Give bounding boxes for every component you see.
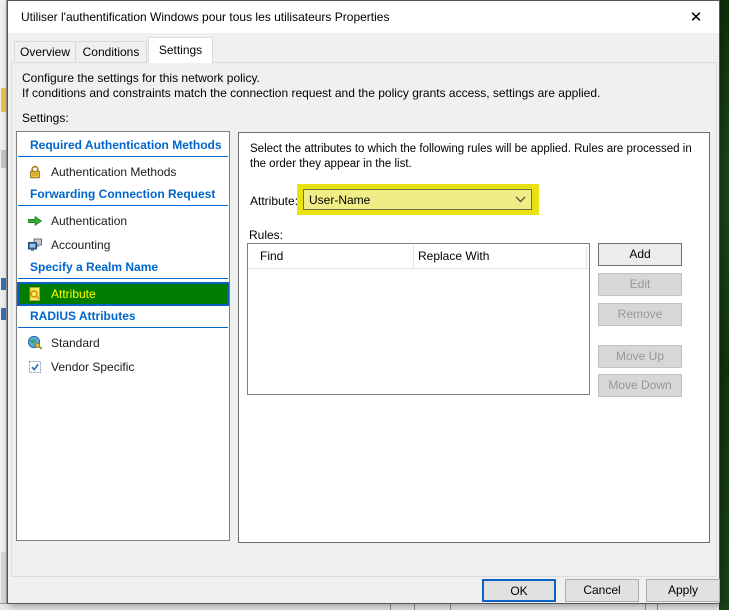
background-gridline [390, 604, 391, 610]
background-left-sliver [0, 0, 7, 610]
description-line-1: Configure the settings for this network … [22, 71, 600, 86]
rules-list[interactable]: Find Replace With [247, 243, 590, 395]
close-icon[interactable]: ✕ [679, 3, 713, 31]
apply-button[interactable]: Apply [646, 579, 720, 602]
tab-settings[interactable]: Settings [148, 37, 213, 63]
edit-button: Edit [598, 273, 682, 296]
background-icon-fragment [1, 308, 6, 320]
tree-item-label: Accounting [43, 238, 110, 252]
checkbox-icon [27, 359, 43, 375]
tree-item-label: Attribute [43, 287, 96, 301]
tree-item-label: Authentication [43, 214, 127, 228]
chevron-down-icon [509, 196, 531, 203]
panel-instruction: Select the attributes to which the follo… [250, 142, 702, 172]
tab-conditions[interactable]: Conditions [75, 41, 147, 63]
tree-item-attribute-selected[interactable]: Attribute [17, 282, 229, 306]
ok-button[interactable]: OK [482, 579, 556, 602]
background-icon-fragment [1, 150, 6, 168]
tree-group-underline [18, 156, 228, 157]
description-line-2: If conditions and constraints match the … [22, 86, 600, 101]
tab-description: Configure the settings for this network … [22, 71, 600, 101]
attribute-settings-panel: Select the attributes to which the follo… [238, 132, 710, 543]
lock-icon [27, 164, 43, 180]
attribute-dropdown[interactable]: User-Name [303, 189, 532, 210]
add-button[interactable]: Add [598, 243, 682, 266]
attribute-dropdown-value: User-Name [304, 193, 509, 207]
rules-label: Rules: [249, 228, 283, 242]
attribute-label: Attribute: [250, 194, 298, 208]
background-icon-fragment [1, 88, 6, 112]
tree-item-vendor-specific[interactable]: Vendor Specific [17, 355, 229, 379]
tree-group-underline [18, 327, 228, 328]
tree-item-authentication-methods[interactable]: Authentication Methods [17, 160, 229, 184]
yellow-highlight-annotation: User-Name [297, 184, 539, 215]
settings-tree: Required Authentication Methods Authenti… [16, 131, 230, 541]
tree-group-required-authentication: Required Authentication Methods [17, 135, 229, 154]
column-separator[interactable] [413, 246, 414, 267]
rules-list-header: Find Replace With [248, 244, 589, 269]
tree-group-specify-realm: Specify a Realm Name [17, 257, 229, 276]
document-search-icon [27, 286, 43, 302]
background-gridline [450, 604, 451, 610]
move-down-button: Move Down [598, 374, 682, 397]
tree-group-forwarding-connection: Forwarding Connection Request [17, 184, 229, 203]
tab-overview[interactable]: Overview [14, 41, 76, 63]
background-bottom-sliver [0, 603, 719, 610]
settings-tab-page: Configure the settings for this network … [11, 62, 717, 577]
background-icon-fragment [1, 552, 6, 604]
tree-item-label: Standard [43, 336, 100, 350]
globe-key-icon [27, 335, 43, 351]
background-gridline [657, 604, 658, 610]
tree-item-standard[interactable]: Standard [17, 331, 229, 355]
title-bar: Utiliser l'authentification Windows pour… [8, 1, 719, 33]
tree-item-accounting[interactable]: Accounting [17, 233, 229, 257]
tree-item-label: Authentication Methods [43, 165, 176, 179]
green-arrow-icon [27, 213, 43, 229]
background-icon-fragment [1, 278, 6, 290]
properties-dialog: Utiliser l'authentification Windows pour… [7, 0, 720, 604]
column-header-find[interactable]: Find [260, 244, 283, 268]
background-right-sliver [719, 0, 729, 610]
background-gridline [414, 604, 415, 610]
column-separator[interactable] [586, 246, 587, 267]
move-up-button: Move Up [598, 345, 682, 368]
window-title: Utiliser l'authentification Windows pour… [21, 1, 389, 33]
tree-group-radius-attributes: RADIUS Attributes [17, 306, 229, 325]
tree-item-authentication[interactable]: Authentication [17, 209, 229, 233]
settings-label: Settings: [22, 111, 69, 125]
column-header-replace-with[interactable]: Replace With [418, 244, 489, 268]
tree-group-underline [18, 205, 228, 206]
computers-icon [27, 237, 43, 253]
remove-button: Remove [598, 303, 682, 326]
tree-group-underline [18, 278, 228, 279]
tree-item-label: Vendor Specific [43, 360, 134, 374]
background-gridline [645, 604, 646, 610]
cancel-button[interactable]: Cancel [565, 579, 639, 602]
